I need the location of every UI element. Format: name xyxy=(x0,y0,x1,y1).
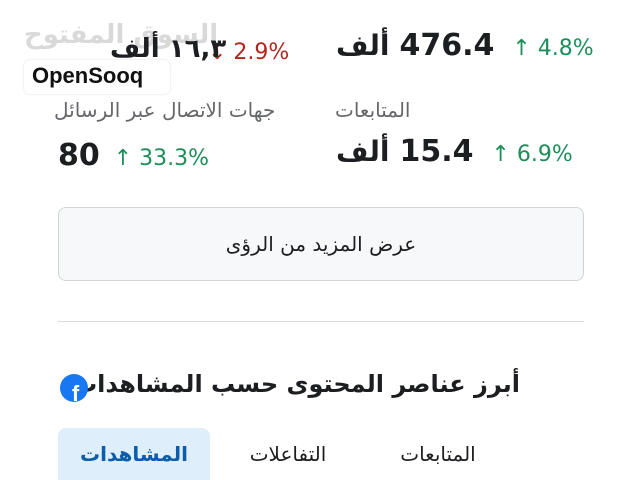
watermark-logo-text: OpenSooq xyxy=(32,63,144,88)
metric-top-right: ألف 476.4 ↑ 4.8% xyxy=(336,28,594,63)
tab-views[interactable]: المشاهدات xyxy=(58,428,210,480)
tab-views-label: المشاهدات xyxy=(79,442,188,466)
metric-messaging-change: ↑ 33.3% xyxy=(113,146,210,171)
metric-top-right-value: 476.4 xyxy=(399,28,495,63)
metric-messaging: 80 ↑ 33.3% xyxy=(58,138,209,173)
metric-top-right-change: ↑ 4.8% xyxy=(512,36,594,61)
facebook-icon: f xyxy=(60,374,88,402)
metric-follows-value: 15.4 xyxy=(399,134,474,169)
tab-follows[interactable]: المتابعات xyxy=(378,428,498,480)
metric-follows-unit: ألف xyxy=(336,135,390,168)
metric-top-left-value: ١٦,٣ ألف xyxy=(110,34,227,64)
see-more-insights-label: عرض المزيد من الرؤى xyxy=(225,232,417,256)
tab-interactions[interactable]: التفاعلات xyxy=(228,428,348,480)
tab-follows-label: المتابعات xyxy=(400,442,476,466)
metric-follows-label: المتابعات xyxy=(335,98,411,122)
section-title: أبرز عناصر المحتوى حسب المشاهدات xyxy=(73,370,520,398)
metric-top-right-unit: ألف xyxy=(336,29,390,62)
metric-messaging-value: 80 xyxy=(58,138,100,173)
see-more-insights-button[interactable]: عرض المزيد من الرؤى xyxy=(58,207,584,281)
metric-messaging-label: جهات الاتصال عبر الرسائل xyxy=(54,98,276,122)
metric-follows: ألف 15.4 ↑ 6.9% xyxy=(336,134,573,169)
section-divider xyxy=(58,321,584,322)
tab-interactions-label: التفاعلات xyxy=(249,442,327,466)
metric-follows-change: ↑ 6.9% xyxy=(491,142,573,167)
